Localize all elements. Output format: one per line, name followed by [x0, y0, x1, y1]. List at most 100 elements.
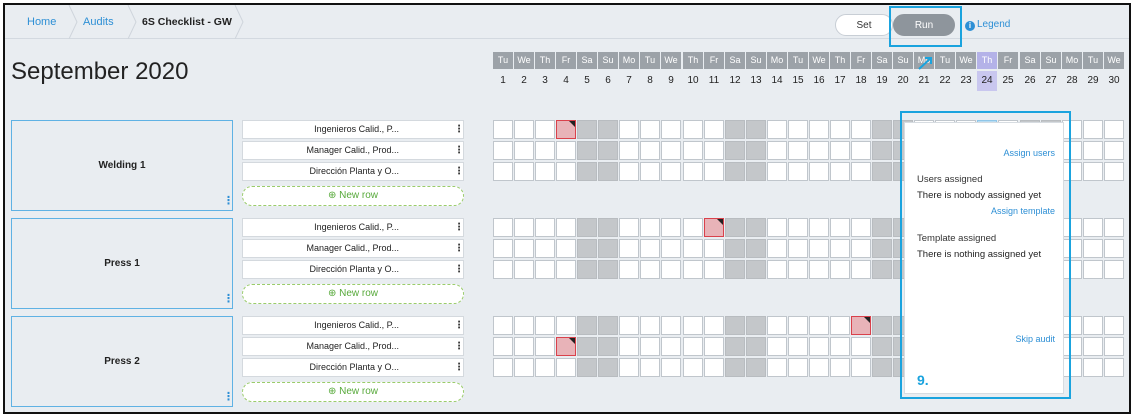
calendar-cell[interactable]: [830, 218, 850, 237]
calendar-cell[interactable]: [704, 337, 724, 356]
audit-row[interactable]: Manager Calid., Prod... ⋮: [242, 337, 464, 356]
area-card[interactable]: Welding 1 ⋮: [11, 120, 234, 211]
day-number-10[interactable]: 10: [683, 71, 703, 91]
new-row-button[interactable]: ⊕ New row: [242, 284, 464, 304]
assign-users-link[interactable]: Assign users: [1003, 148, 1055, 158]
calendar-cell[interactable]: [640, 162, 660, 181]
day-number-13[interactable]: 13: [746, 71, 766, 91]
calendar-cell[interactable]: [725, 358, 745, 377]
calendar-cell[interactable]: [619, 337, 639, 356]
calendar-cell[interactable]: [1083, 162, 1103, 181]
audit-row[interactable]: Ingenieros Calid., P... ⋮: [242, 316, 464, 335]
calendar-cell[interactable]: [725, 162, 745, 181]
calendar-cell[interactable]: [1104, 218, 1124, 237]
area-card[interactable]: Press 2 ⋮: [11, 316, 234, 407]
audit-row[interactable]: Dirección Planta y O... ⋮: [242, 162, 464, 181]
calendar-cell[interactable]: [746, 316, 766, 335]
calendar-cell[interactable]: [746, 162, 766, 181]
calendar-cell[interactable]: [1104, 337, 1124, 356]
audit-row[interactable]: Dirección Planta y O... ⋮: [242, 260, 464, 279]
calendar-cell[interactable]: [598, 239, 618, 258]
run-mode-button[interactable]: Run: [893, 14, 955, 36]
calendar-cell[interactable]: [1062, 260, 1082, 279]
calendar-cell[interactable]: [556, 316, 576, 335]
calendar-cell[interactable]: [704, 141, 724, 160]
calendar-cell[interactable]: [809, 239, 829, 258]
calendar-cell[interactable]: [577, 162, 597, 181]
calendar-cell[interactable]: [661, 162, 681, 181]
area-card[interactable]: Press 1 ⋮: [11, 218, 234, 309]
calendar-cell[interactable]: [809, 358, 829, 377]
day-number-3[interactable]: 3: [535, 71, 555, 91]
calendar-cell[interactable]: [493, 316, 513, 335]
new-row-button[interactable]: ⊕ New row: [242, 186, 464, 206]
calendar-cell[interactable]: [577, 218, 597, 237]
day-number-25[interactable]: 25: [998, 71, 1018, 91]
calendar-cell[interactable]: [493, 239, 513, 258]
area-menu-icon[interactable]: ⋮: [223, 194, 234, 208]
calendar-cell[interactable]: [640, 316, 660, 335]
calendar-cell[interactable]: [767, 162, 787, 181]
calendar-cell[interactable]: [872, 260, 892, 279]
row-menu-icon[interactable]: ⋮: [454, 219, 464, 236]
day-number-7[interactable]: 7: [619, 71, 639, 91]
calendar-cell[interactable]: [704, 316, 724, 335]
calendar-cell[interactable]: [577, 337, 597, 356]
calendar-cell[interactable]: [598, 218, 618, 237]
calendar-cell[interactable]: [1083, 337, 1103, 356]
row-menu-icon[interactable]: ⋮: [454, 261, 464, 278]
calendar-cell[interactable]: [493, 218, 513, 237]
calendar-cell[interactable]: [1083, 120, 1103, 139]
calendar-cell[interactable]: [746, 218, 766, 237]
calendar-cell[interactable]: [619, 162, 639, 181]
calendar-cell[interactable]: [493, 120, 513, 139]
calendar-cell[interactable]: [683, 358, 703, 377]
calendar-cell[interactable]: [851, 162, 871, 181]
calendar-cell[interactable]: [514, 218, 534, 237]
calendar-cell[interactable]: [683, 162, 703, 181]
day-number-4[interactable]: 4: [556, 71, 576, 91]
breadcrumb-audits[interactable]: Audits: [83, 5, 114, 39]
calendar-cell[interactable]: [683, 141, 703, 160]
calendar-cell[interactable]: [1062, 162, 1082, 181]
calendar-cell[interactable]: [577, 120, 597, 139]
audit-row[interactable]: Manager Calid., Prod... ⋮: [242, 141, 464, 160]
calendar-cell[interactable]: [872, 358, 892, 377]
day-number-29[interactable]: 29: [1083, 71, 1103, 91]
calendar-cell[interactable]: [872, 239, 892, 258]
calendar-cell[interactable]: [535, 141, 555, 160]
calendar-cell[interactable]: [598, 316, 618, 335]
calendar-cell[interactable]: [535, 120, 555, 139]
calendar-cell[interactable]: [830, 120, 850, 139]
calendar-cell[interactable]: [872, 316, 892, 335]
calendar-cell[interactable]: [683, 260, 703, 279]
calendar-cell[interactable]: [809, 141, 829, 160]
calendar-cell[interactable]: [514, 120, 534, 139]
calendar-cell[interactable]: [640, 120, 660, 139]
overdue-audit-cell[interactable]: [556, 337, 576, 356]
calendar-cell[interactable]: [640, 218, 660, 237]
calendar-cell[interactable]: [767, 260, 787, 279]
calendar-cell[interactable]: [514, 337, 534, 356]
day-number-1[interactable]: 1: [493, 71, 513, 91]
calendar-cell[interactable]: [704, 120, 724, 139]
calendar-cell[interactable]: [830, 337, 850, 356]
calendar-cell[interactable]: [725, 316, 745, 335]
calendar-cell[interactable]: [788, 260, 808, 279]
calendar-cell[interactable]: [535, 260, 555, 279]
calendar-cell[interactable]: [1104, 316, 1124, 335]
calendar-cell[interactable]: [493, 358, 513, 377]
calendar-cell[interactable]: [556, 358, 576, 377]
calendar-cell[interactable]: [746, 358, 766, 377]
calendar-cell[interactable]: [619, 260, 639, 279]
calendar-cell[interactable]: [535, 162, 555, 181]
calendar-cell[interactable]: [514, 239, 534, 258]
calendar-cell[interactable]: [1083, 218, 1103, 237]
calendar-cell[interactable]: [872, 218, 892, 237]
calendar-cell[interactable]: [661, 141, 681, 160]
calendar-cell[interactable]: [1083, 316, 1103, 335]
day-number-21[interactable]: 21: [914, 71, 934, 91]
area-menu-icon[interactable]: ⋮: [223, 292, 234, 306]
calendar-cell[interactable]: [1062, 141, 1082, 160]
calendar-cell[interactable]: [809, 316, 829, 335]
